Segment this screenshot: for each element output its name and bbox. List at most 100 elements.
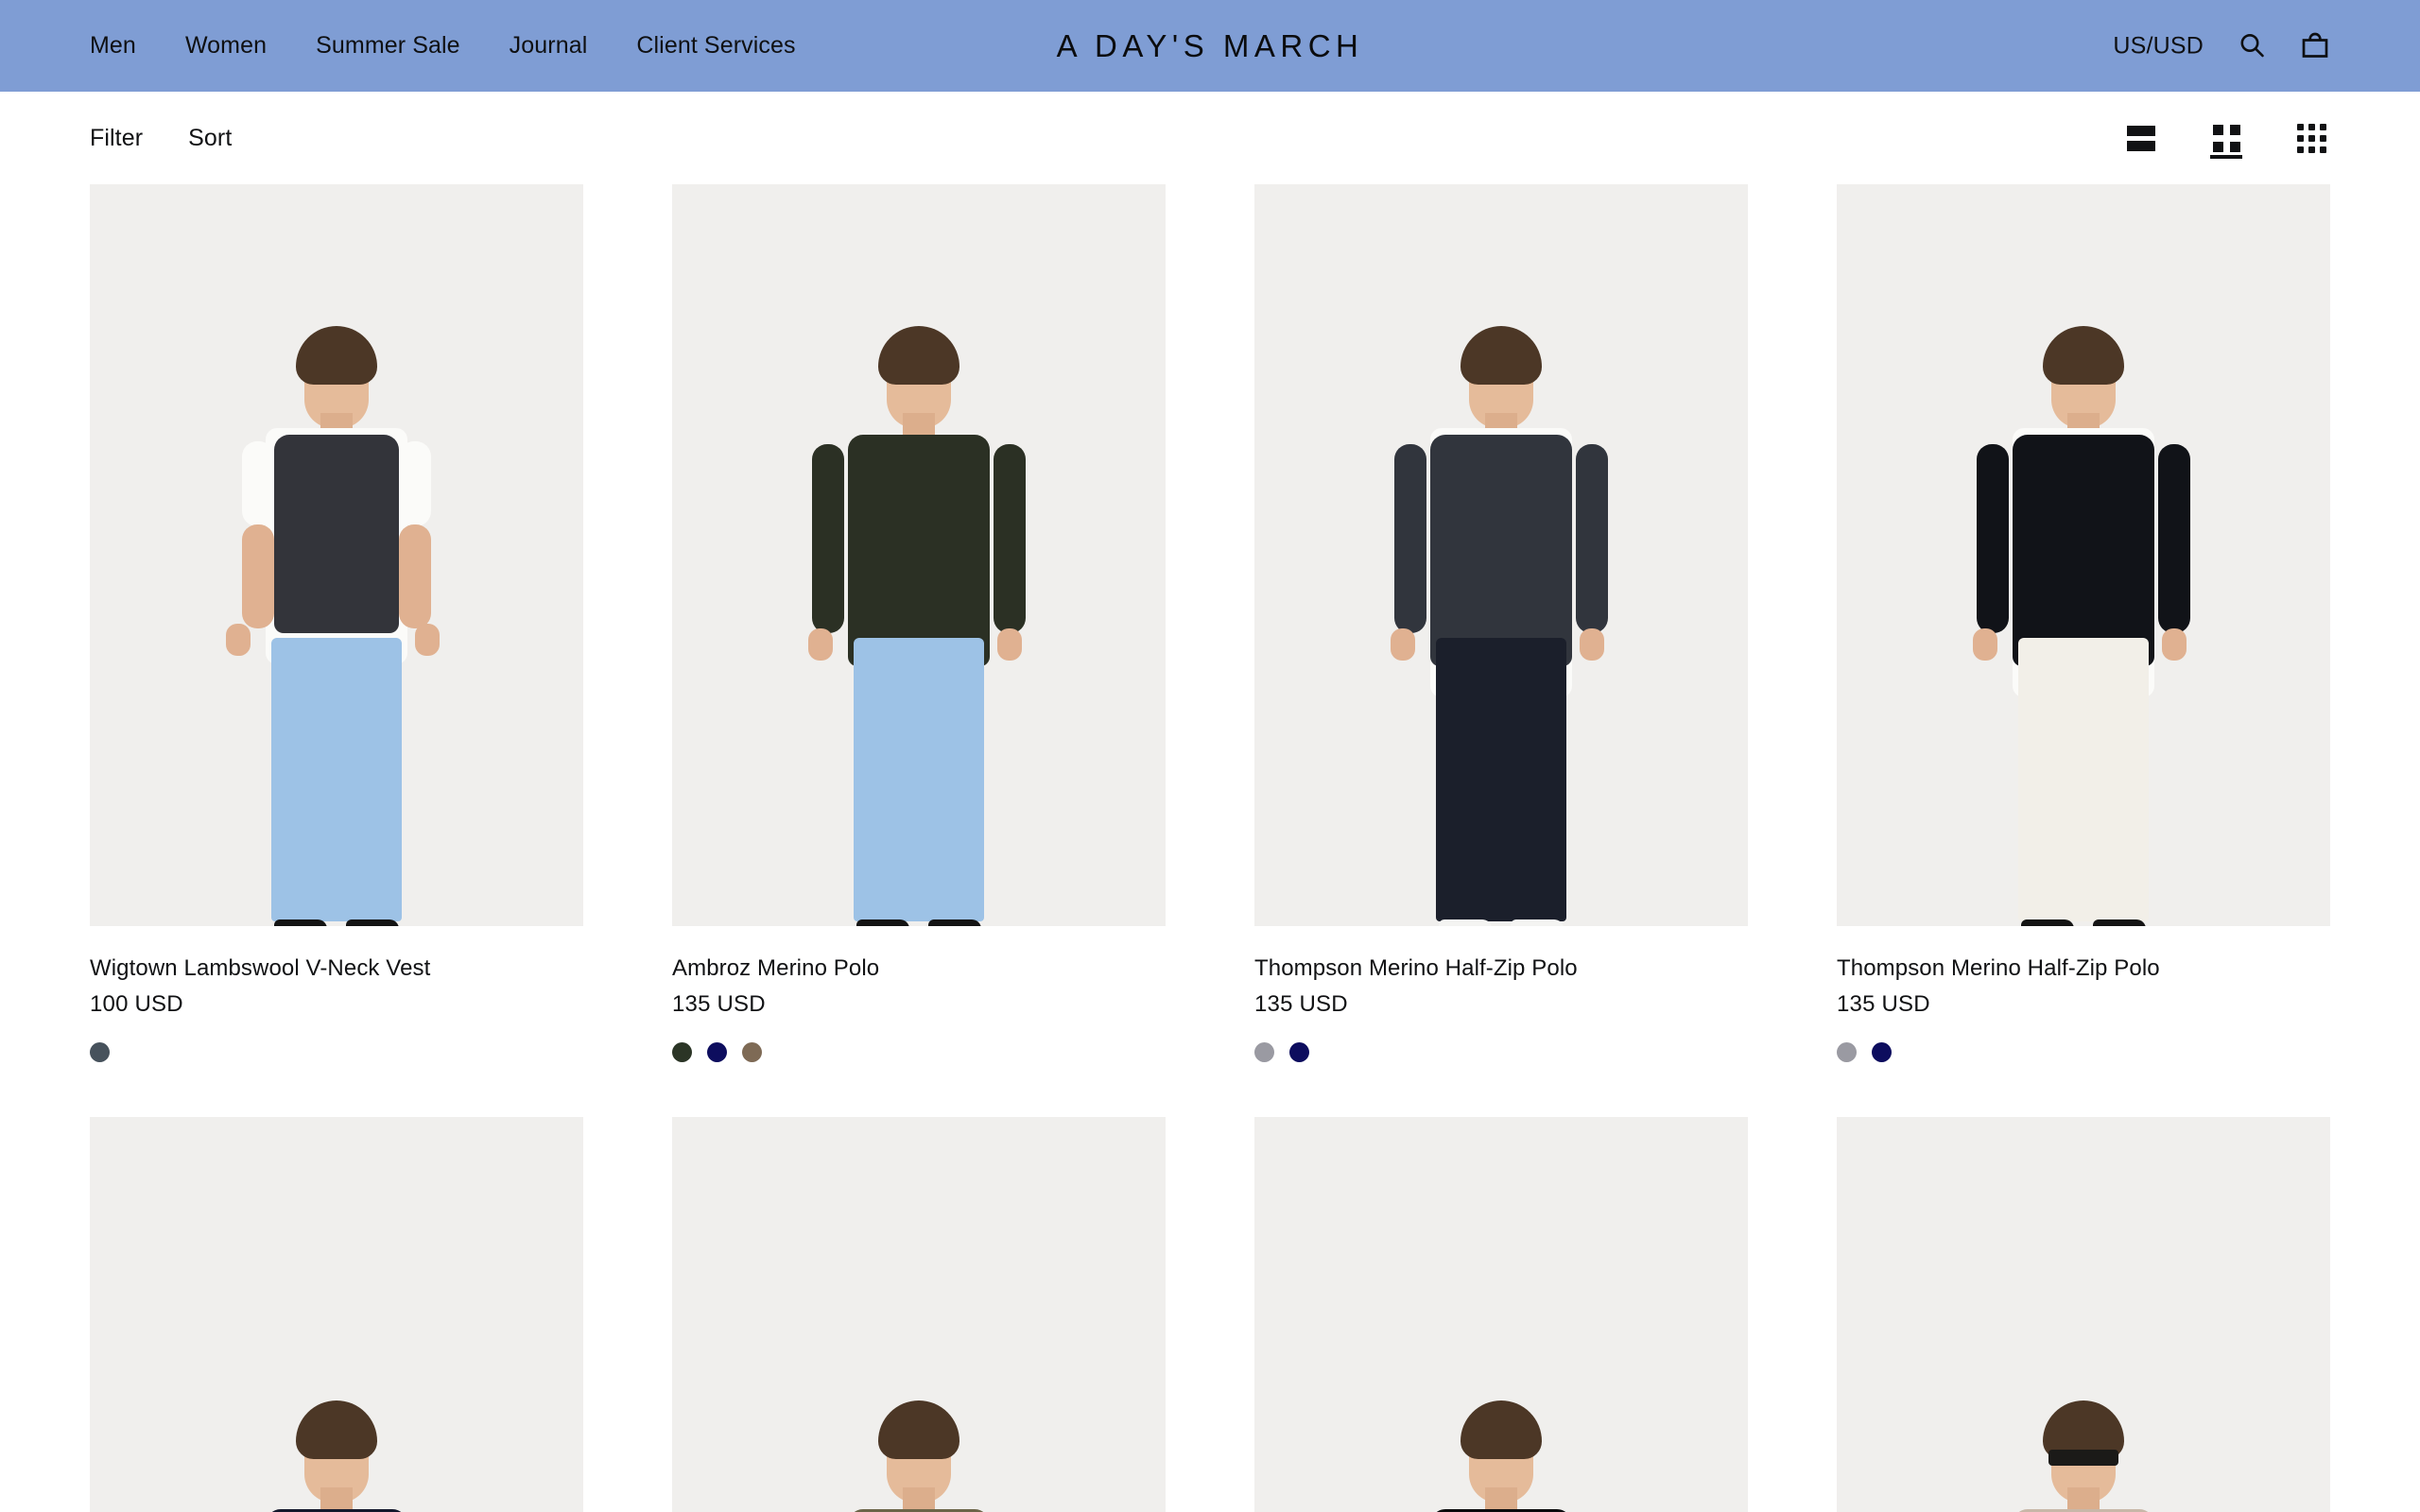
search-button[interactable] xyxy=(2238,30,2266,61)
model-arm-right xyxy=(1576,444,1608,633)
nav-item-journal[interactable]: Journal xyxy=(510,32,588,60)
model-hair xyxy=(296,326,377,385)
model-figure xyxy=(1927,1117,2239,1512)
model-shoe-right xyxy=(2093,919,2146,926)
color-swatch[interactable] xyxy=(707,1042,727,1062)
model-view-button[interactable] xyxy=(2034,112,2078,164)
product-swatches xyxy=(90,1042,583,1062)
product-name[interactable]: Thompson Merino Half-Zip Polo xyxy=(1254,954,1748,983)
product-card[interactable] xyxy=(1254,1117,1748,1512)
sort-button[interactable]: Sort xyxy=(188,125,232,152)
model-arm-right xyxy=(2158,444,2190,633)
model-hand-right xyxy=(2162,628,2187,661)
model-shoe-left xyxy=(1439,919,1492,926)
model-arm-left xyxy=(242,524,274,628)
model-figure xyxy=(1345,1117,1657,1512)
product-image[interactable] xyxy=(90,1117,583,1512)
product-image[interactable] xyxy=(1254,184,1748,926)
product-meta: Wigtown Lambswool V-Neck Vest 100 USD xyxy=(90,926,583,1062)
model-arm-right xyxy=(399,524,431,628)
model-hair xyxy=(1461,1400,1542,1459)
model-shoe-right xyxy=(928,919,981,926)
grid-2-view-button[interactable] xyxy=(2204,112,2248,164)
view-mode-switcher xyxy=(2034,92,2333,184)
garment-top xyxy=(1430,435,1572,666)
product-card[interactable] xyxy=(90,1117,583,1512)
list-view-icon xyxy=(2127,125,2155,151)
list-view-button[interactable] xyxy=(2119,112,2163,164)
nav-item-women[interactable]: Women xyxy=(185,32,267,60)
color-swatch[interactable] xyxy=(1872,1042,1892,1062)
filter-sort-toolbar: Filter Sort xyxy=(0,92,2420,184)
model-hand-right xyxy=(997,628,1022,661)
model-shoe-left xyxy=(274,919,327,926)
product-price: 135 USD xyxy=(1837,991,1930,1017)
model-hand-right xyxy=(415,624,440,656)
model-hair xyxy=(2043,326,2124,385)
product-swatches xyxy=(1837,1042,2330,1062)
product-image[interactable] xyxy=(672,1117,1166,1512)
model-arm-right xyxy=(994,444,1026,633)
product-swatches xyxy=(1254,1042,1748,1062)
product-image[interactable] xyxy=(1837,184,2330,926)
garment-bottom xyxy=(1436,638,1566,921)
model-sleeve-left xyxy=(242,441,274,526)
color-swatch[interactable] xyxy=(742,1042,762,1062)
product-card[interactable]: Thompson Merino Half-Zip Polo 135 USD xyxy=(1837,184,2330,1062)
sunglasses-icon xyxy=(2048,1450,2118,1466)
grid-2-view-icon xyxy=(2212,124,2240,152)
model-shoe-right xyxy=(1511,919,1564,926)
model-figure xyxy=(181,184,493,926)
currency-selector[interactable]: US/USD xyxy=(2113,32,2204,60)
product-card[interactable]: Thompson Merino Half-Zip Polo 135 USD xyxy=(1254,184,1748,1062)
color-swatch[interactable] xyxy=(90,1042,110,1062)
nav-item-summer-sale[interactable]: Summer Sale xyxy=(316,32,460,60)
model-figure xyxy=(1345,184,1657,926)
product-image[interactable] xyxy=(90,184,583,926)
model-shoe-left xyxy=(2021,919,2074,926)
grid-3-view-button[interactable] xyxy=(2290,112,2333,164)
model-hand-left xyxy=(1973,628,1997,661)
product-meta: Thompson Merino Half-Zip Polo 135 USD xyxy=(1254,926,1748,1062)
color-swatch[interactable] xyxy=(672,1042,692,1062)
model-hand-left xyxy=(808,628,833,661)
model-figure xyxy=(763,184,1075,926)
grid-3-view-icon xyxy=(2296,123,2326,153)
model-sleeve-right xyxy=(399,441,431,526)
filter-button[interactable]: Filter xyxy=(90,125,143,152)
product-name[interactable]: Wigtown Lambswool V-Neck Vest xyxy=(90,954,583,983)
product-card[interactable]: Wigtown Lambswool V-Neck Vest 100 USD xyxy=(90,184,583,1062)
product-name[interactable]: Ambroz Merino Polo xyxy=(672,954,1166,983)
model-hair xyxy=(878,326,959,385)
color-swatch[interactable] xyxy=(1254,1042,1274,1062)
model-figure xyxy=(763,1117,1075,1512)
product-grid: Wigtown Lambswool V-Neck Vest 100 USD Am xyxy=(0,184,2420,1512)
product-image[interactable] xyxy=(1254,1117,1748,1512)
model-hand-right xyxy=(1580,628,1604,661)
model-hair xyxy=(296,1400,377,1459)
product-price: 135 USD xyxy=(1254,991,1348,1017)
product-swatches xyxy=(672,1042,1166,1062)
product-card[interactable]: Ambroz Merino Polo 135 USD xyxy=(672,184,1166,1062)
cart-button[interactable] xyxy=(2300,29,2330,62)
color-swatch[interactable] xyxy=(1837,1042,1857,1062)
product-price: 135 USD xyxy=(672,991,766,1017)
product-name[interactable]: Thompson Merino Half-Zip Polo xyxy=(1837,954,2330,983)
nav-item-men[interactable]: Men xyxy=(90,32,136,60)
garment-top xyxy=(274,435,399,633)
model-hair xyxy=(1461,326,1542,385)
model-hand-left xyxy=(226,624,251,656)
product-card[interactable] xyxy=(1837,1117,2330,1512)
model-shoe-left xyxy=(856,919,909,926)
product-card[interactable] xyxy=(672,1117,1166,1512)
nav-item-client-services[interactable]: Client Services xyxy=(636,32,795,60)
model-figure xyxy=(1927,184,2239,926)
product-image[interactable] xyxy=(1837,1117,2330,1512)
garment-bottom xyxy=(854,638,984,921)
brand-logo[interactable]: A DAY'S MARCH xyxy=(1057,28,1364,64)
product-image[interactable] xyxy=(672,184,1166,926)
toolbar-left-group: Filter Sort xyxy=(90,125,232,152)
model-arm-left xyxy=(812,444,844,633)
model-arm-left xyxy=(1977,444,2009,633)
color-swatch[interactable] xyxy=(1289,1042,1309,1062)
